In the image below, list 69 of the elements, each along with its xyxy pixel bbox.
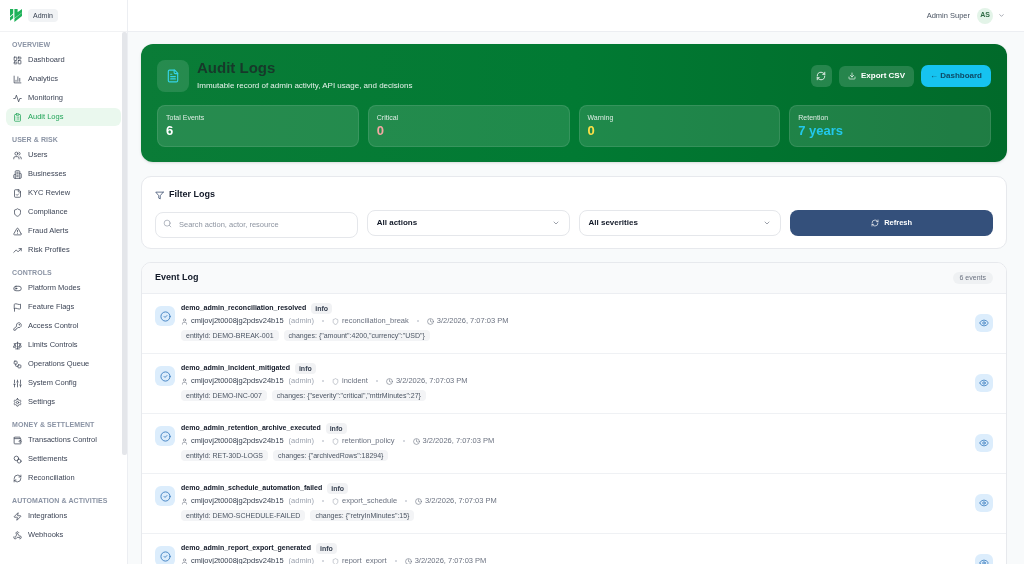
linked-squares-icon	[13, 359, 22, 369]
grid-icon	[13, 55, 22, 65]
eye-icon	[979, 378, 989, 388]
logo-icon	[10, 9, 22, 22]
shield-icon	[332, 437, 339, 445]
key-icon	[13, 321, 22, 331]
document-icon	[157, 60, 189, 92]
refresh-icon	[816, 71, 827, 81]
funnel-icon	[155, 190, 164, 200]
view-button[interactable]	[975, 434, 993, 452]
filter-title: Filter Logs	[169, 188, 215, 202]
clock-icon	[415, 497, 423, 505]
dropdown[interactable]: All actions	[366, 210, 570, 236]
user-icon	[181, 317, 188, 325]
clock-icon	[404, 557, 412, 564]
user-icon	[181, 437, 188, 445]
people-icon	[13, 150, 22, 160]
refresh-icon	[871, 219, 880, 227]
clock-icon	[426, 317, 434, 325]
clock-icon	[412, 437, 420, 445]
stat-value: 6	[166, 123, 174, 138]
dropdown[interactable]: All severities	[578, 210, 782, 236]
scale-icon	[13, 340, 22, 350]
refresh-icon	[13, 473, 22, 483]
chevron-down-icon[interactable]	[998, 12, 1005, 19]
shield-icon	[332, 317, 339, 325]
event-log-title: Event Log	[155, 271, 199, 285]
view-button[interactable]	[975, 374, 993, 392]
toggle-icon	[13, 283, 22, 293]
building-icon	[13, 169, 22, 179]
chevron-down-icon	[763, 219, 772, 227]
page-title: Audit Logs	[197, 60, 276, 76]
eye-icon	[979, 498, 989, 508]
eye-icon	[979, 318, 989, 328]
export-button[interactable]: Export CSV	[838, 65, 914, 87]
clock-icon	[385, 377, 393, 385]
clipboard-icon	[13, 112, 22, 122]
chevron-down-icon	[551, 219, 560, 227]
scrollbar-thumb[interactable]	[122, 32, 127, 455]
refresh-button[interactable]	[810, 65, 832, 87]
flag-icon	[13, 302, 22, 312]
shield-icon	[332, 557, 339, 564]
user-icon	[181, 377, 188, 385]
stat-value: 0	[587, 123, 595, 138]
view-button[interactable]	[975, 314, 993, 332]
wallet-icon	[13, 435, 22, 445]
eye-icon	[979, 438, 989, 448]
user-icon	[181, 557, 188, 564]
warning-triangle-icon	[13, 226, 22, 236]
bar-chart-icon	[13, 74, 22, 84]
coins-icon	[13, 454, 22, 464]
sliders-icon	[13, 378, 22, 388]
download-icon	[847, 72, 856, 80]
stat-value: 7 years	[798, 123, 844, 138]
settings-icon	[13, 397, 22, 407]
document-check-icon	[13, 188, 22, 198]
shield-icon	[332, 497, 339, 505]
trend-up-icon	[13, 245, 22, 255]
shield-icon	[332, 377, 339, 385]
pulse-icon	[13, 93, 22, 103]
page-subtitle: Immutable record of admin activity, API usage, and decisions	[197, 81, 413, 91]
webhook-icon	[13, 530, 22, 540]
stat-value: 0	[376, 123, 384, 138]
lightning-icon	[13, 511, 22, 521]
user-icon	[181, 497, 188, 505]
search-icon	[163, 218, 172, 228]
dashboard-button[interactable]: ← Dashboard	[921, 65, 991, 87]
view-button[interactable]	[975, 494, 993, 512]
shield-icon	[13, 207, 22, 217]
